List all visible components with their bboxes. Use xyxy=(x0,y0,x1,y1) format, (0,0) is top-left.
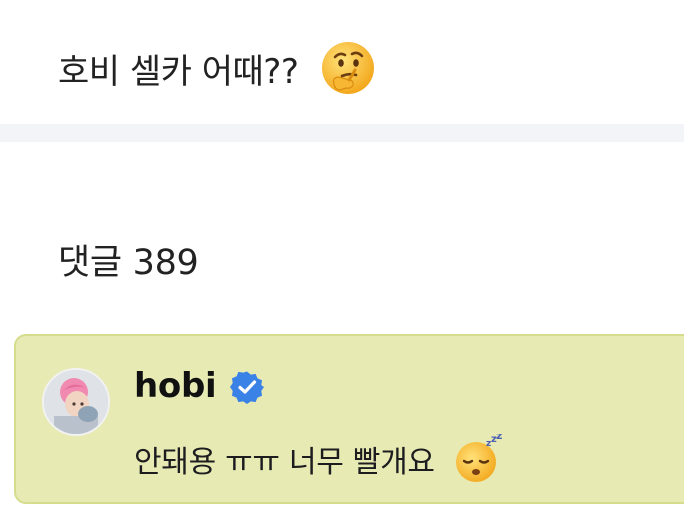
comment-text: 안돼용 ㅠㅠ 너무 빨개요 xyxy=(134,445,435,480)
avatar[interactable] xyxy=(42,368,110,436)
post-title: 호비 셀카 어때?? xyxy=(58,40,376,96)
verified-badge-icon xyxy=(230,371,265,404)
comments-count-header: 댓글 389 xyxy=(58,243,199,283)
avatar-image xyxy=(44,370,108,434)
svg-text:z: z xyxy=(496,434,502,442)
post-page: 호비 셀카 어때?? 댓글 389 hobi 안돼용 ㅠㅠ 너무 빨개요 z z… xyxy=(0,0,684,532)
thinking-face-icon xyxy=(322,42,375,94)
comment-body-row: 안돼용 ㅠㅠ 너무 빨개요 z z z xyxy=(134,434,503,484)
highlighted-comment[interactable]: hobi 안돼용 ㅠㅠ 너무 빨개요 z z z xyxy=(14,334,684,504)
comment-author-row: hobi xyxy=(134,364,265,408)
sleeping-face-icon: z z z xyxy=(455,434,502,482)
comment-author-name[interactable]: hobi xyxy=(134,366,217,406)
post-title-text: 호비 셀카 어때?? xyxy=(58,51,299,92)
section-divider xyxy=(0,124,684,142)
